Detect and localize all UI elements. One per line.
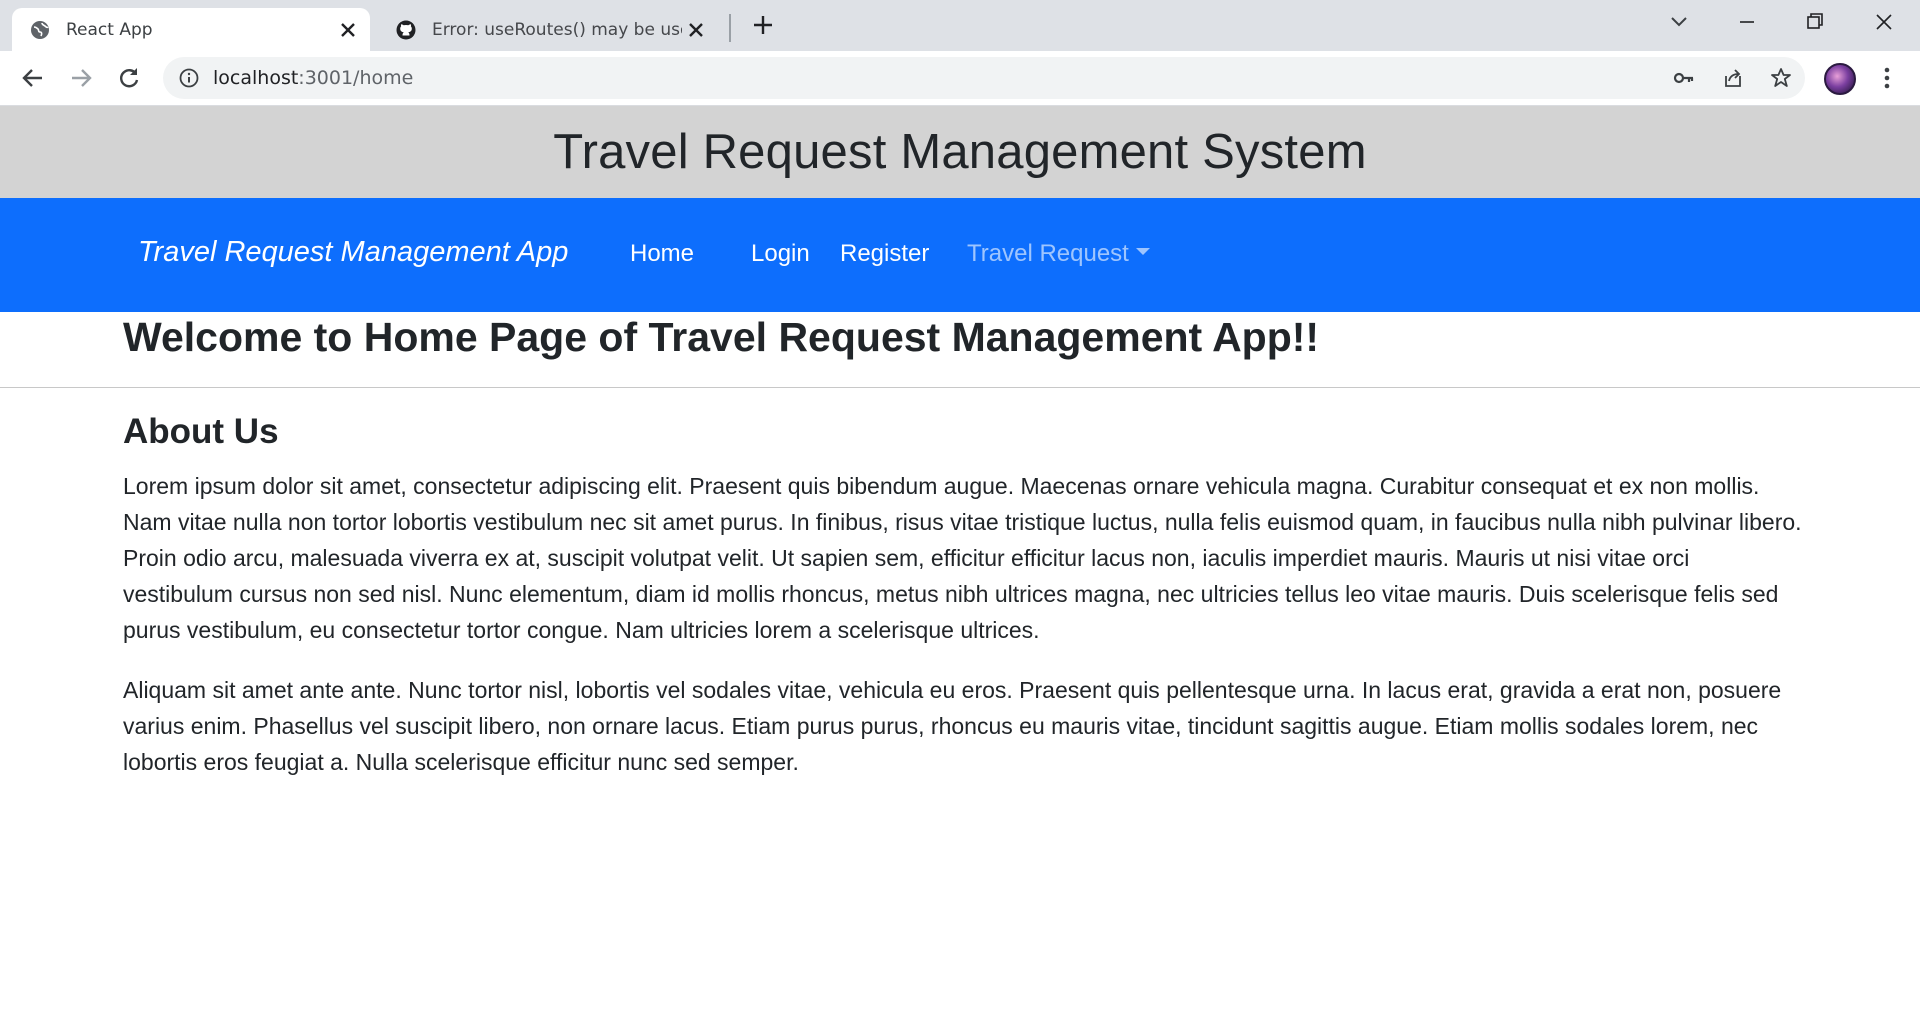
menu-dots-icon[interactable] [1876, 65, 1898, 91]
close-icon[interactable] [338, 20, 358, 40]
navbar-brand[interactable]: Travel Request Management App [138, 236, 568, 269]
key-icon[interactable] [1673, 67, 1695, 89]
about-paragraph-1: Lorem ipsum dolor sit amet, consectetur … [123, 473, 1802, 643]
nav-dropdown-label: Travel Request [967, 240, 1129, 267]
url-text[interactable]: localhost:3001/home [213, 67, 413, 89]
minimize-icon[interactable] [1735, 10, 1759, 34]
caret-down-icon [1135, 248, 1150, 256]
address-bar[interactable]: localhost:3001/home [163, 57, 1805, 99]
tab-react-app[interactable]: React App [12, 8, 370, 51]
restore-icon[interactable] [1803, 10, 1827, 34]
nav-link-home[interactable]: Home [630, 240, 694, 268]
tab-search-chevron-icon[interactable] [1667, 10, 1691, 34]
bookmark-star-icon[interactable] [1770, 67, 1792, 89]
reload-icon[interactable] [116, 65, 142, 91]
nav-dropdown-travel-request[interactable]: Travel Request [967, 240, 1150, 268]
divider [0, 387, 1920, 388]
tab-separator [729, 14, 731, 42]
close-icon[interactable] [686, 20, 706, 40]
browser-toolbar: localhost:3001/home [0, 51, 1920, 106]
globe-icon [31, 21, 49, 39]
about-us-heading: About Us [123, 412, 279, 451]
nav-link-login[interactable]: Login [751, 240, 810, 268]
forward-arrow-icon[interactable] [68, 65, 94, 91]
page-content: Travel Request Management System Travel … [0, 106, 1920, 1020]
about-paragraph-2: Aliquam sit amet ante ante. Nunc tortor … [123, 677, 1782, 775]
github-icon [396, 20, 416, 40]
browser-tabstrip: React App Error: useRoutes() may be used… [0, 0, 1920, 51]
nav-link-register[interactable]: Register [840, 240, 929, 268]
url-host: localhost [213, 67, 299, 89]
profile-avatar[interactable] [1824, 63, 1856, 95]
back-arrow-icon[interactable] [20, 65, 46, 91]
share-icon[interactable] [1722, 67, 1744, 89]
close-window-icon[interactable] [1872, 10, 1896, 34]
url-path: :3001/home [298, 67, 414, 89]
tab-github-error[interactable]: Error: useRoutes() may be used only in t… [378, 8, 718, 51]
welcome-heading: Welcome to Home Page of Travel Request M… [123, 314, 1320, 360]
info-icon[interactable] [179, 68, 199, 88]
site-header: Travel Request Management System [0, 106, 1920, 198]
site-title: Travel Request Management System [553, 125, 1367, 179]
main-navbar: Travel Request Management App Home Login… [0, 198, 1920, 312]
tab-title: Error: useRoutes() may be used only in t… [432, 20, 682, 40]
tab-title: React App [66, 20, 153, 40]
new-tab-plus-icon[interactable] [750, 12, 776, 38]
